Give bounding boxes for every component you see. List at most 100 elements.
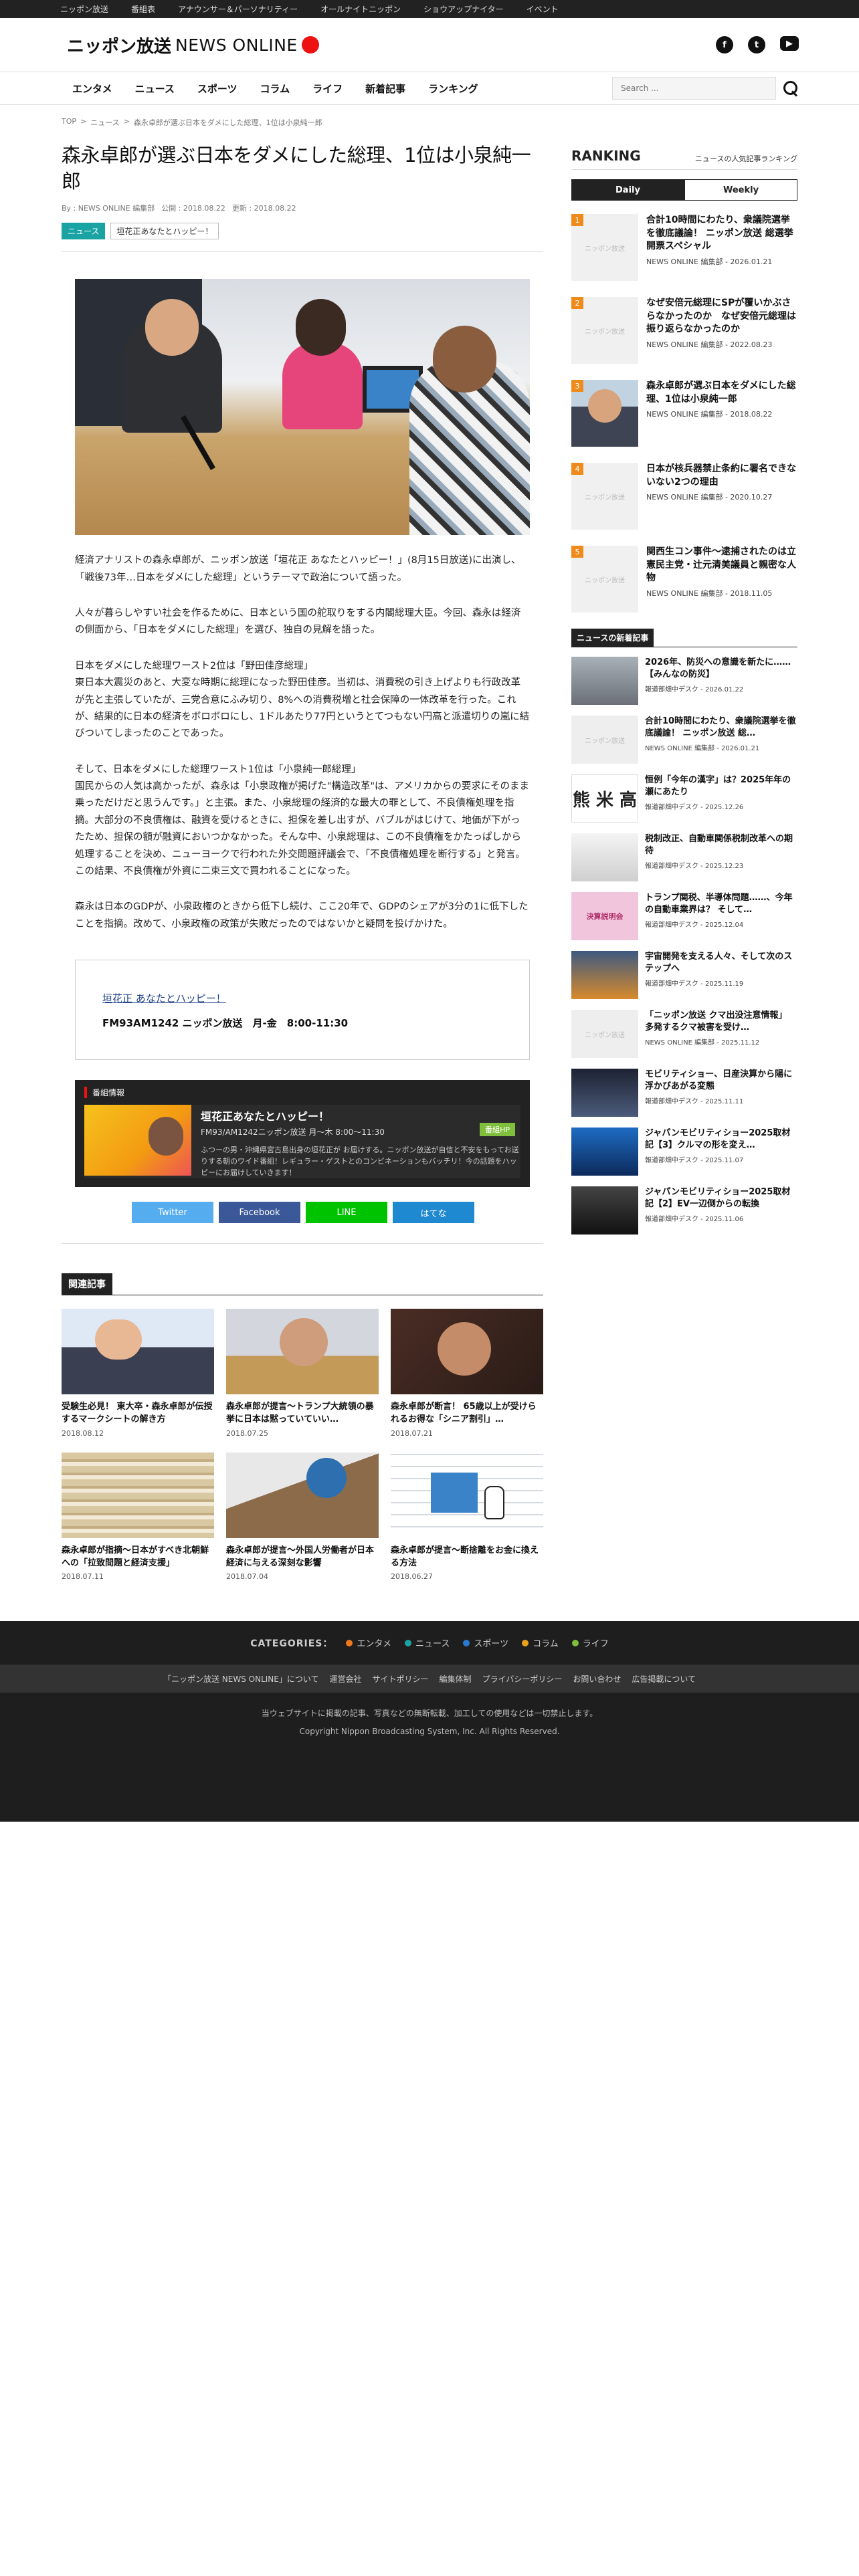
nav-news[interactable]: ニュース: [135, 82, 175, 96]
share-hatena-button[interactable]: はてな: [393, 1202, 474, 1224]
topbar-link-nighter[interactable]: ショウアップナイター: [423, 3, 504, 15]
related-date: 2018.07.25: [226, 1428, 268, 1438]
related-date: 2018.07.04: [226, 1572, 268, 1582]
article-paragraph: 森永は日本のGDPが、小泉政権のときから低下し続け、ここ20年で、GDPのシェア…: [75, 901, 529, 930]
tab-daily[interactable]: Daily: [571, 179, 684, 201]
news-item[interactable]: 宇宙開発を支える人々、そして次のステップへ 報道部畑中デスク - 2025.11.…: [571, 951, 797, 999]
facebook-icon[interactable]: f: [716, 36, 733, 53]
news-thumbnail: 熊 米 高: [571, 774, 638, 823]
program-link[interactable]: 垣花正 あなたとハッピー！: [102, 992, 226, 1004]
news-item-meta: 報道部畑中デスク - 2025.11.06: [645, 1215, 744, 1223]
news-item-meta: NEWS ONLINE 編集部 - 2025.11.12: [645, 1039, 760, 1047]
related-title: 森永卓郎が提言～断捨離をお金に換える方法: [391, 1545, 539, 1568]
program-time: FM93/AM1242ニッポン放送 月～木 8:00～11:30: [201, 1128, 385, 1138]
twitter-icon[interactable]: t: [748, 36, 765, 53]
footer-link[interactable]: 広告掲載について: [632, 1673, 696, 1685]
news-thumbnail: [571, 951, 638, 999]
ranking-item-meta: NEWS ONLINE 編集部 - 2020.10.27: [646, 493, 773, 502]
footer-category-label: エンタメ: [357, 1639, 392, 1650]
news-item-title: 税制改正、自動車関係税制改革への期待: [645, 834, 793, 856]
youtube-icon[interactable]: ▶: [780, 36, 799, 51]
program-card[interactable]: 番組情報 垣花正あなたとハッピー！ FM93/AM1242ニッポン放送 月～木 …: [75, 1080, 530, 1188]
news-item[interactable]: 熊 米 高 恒例「今年の漢字」は？2025年年の瀬にあたり 報道部畑中デスク - …: [571, 774, 797, 823]
ranking-number: 5: [571, 546, 583, 558]
footer-link[interactable]: サイトポリシー: [373, 1673, 429, 1685]
topbar-link-nbs[interactable]: ニッポン放送: [60, 3, 108, 15]
breadcrumb-current: 森永卓郎が選ぶ日本をダメにした総理、1位は小泉純一郎: [133, 118, 322, 127]
footer-link[interactable]: 編集体制: [440, 1673, 472, 1685]
related-item[interactable]: 受験生必見！ 東大卒・森永卓郎が伝授するマークシートの解き方 2018.08.1…: [62, 1309, 214, 1438]
nav-ranking[interactable]: ランキング: [428, 82, 478, 96]
related-item[interactable]: 森永卓郎が指摘～日本がすべき北朝鮮への「拉致問題と経済支援」 2018.07.1…: [62, 1452, 214, 1581]
ranking-item[interactable]: 4 ニッポン放送 日本が核兵器禁止条約に署名できないない2つの理由 NEWS O…: [571, 463, 797, 530]
news-item-meta: 報道部畑中デスク - 2025.11.07: [645, 1156, 744, 1164]
ranking-number: 4: [571, 463, 583, 475]
share-line-button[interactable]: LINE: [306, 1202, 387, 1224]
news-item[interactable]: モビリティショー、日産決算から陽に浮かびあがる変態 報道部畑中デスク - 2025…: [571, 1069, 797, 1117]
topbar-link-announcers[interactable]: アナウンサー＆パーソナリティー: [178, 3, 298, 15]
logo-en: NEWS ONLINE: [175, 35, 298, 55]
nav-life[interactable]: ライフ: [312, 82, 343, 96]
related-item[interactable]: 森永卓郎が提言～トランプ大統領の暴挙に日本は黙っていていい… 2018.07.2…: [226, 1309, 379, 1438]
news-item-title: 合計10時間にわたり、衆議院選挙を徹底議論！ ニッポン放送 総…: [645, 716, 796, 738]
share-buttons: Twitter Facebook LINE はてな: [132, 1202, 543, 1224]
footer-category[interactable]: コラム: [522, 1636, 559, 1649]
ranking-number: 1: [571, 214, 583, 226]
nav-entame[interactable]: エンタメ: [72, 82, 112, 96]
news-item[interactable]: 税制改正、自動車関係税制改革への期待 報道部畑中デスク - 2025.12.23: [571, 833, 797, 881]
footer-category[interactable]: ニュース: [405, 1636, 450, 1649]
topbar-link-schedule[interactable]: 番組表: [131, 3, 155, 15]
ranking-item[interactable]: 2 ニッポン放送 なぜ安倍元総理にSPが覆いかぶさらなかったのか なぜ安倍元総理…: [571, 297, 797, 364]
site-logo[interactable]: ニッポン放送 NEWS ONLINE: [67, 33, 319, 58]
news-item[interactable]: ニッポン放送 合計10時間にわたり、衆議院選挙を徹底議論！ ニッポン放送 総… N…: [571, 716, 797, 764]
nav-new-articles[interactable]: 新着記事: [365, 82, 405, 96]
program-thumbnail: [84, 1105, 191, 1176]
related-thumbnail: [391, 1309, 543, 1395]
news-item-title: 「ニッポン放送 クマ出没注意情報」 多発するクマ被害を受け…: [645, 1010, 787, 1033]
footer-link[interactable]: お問い合わせ: [573, 1673, 621, 1685]
footer-link[interactable]: 「ニッポン放送 NEWS ONLINE」について: [163, 1673, 319, 1685]
breadcrumb-news[interactable]: ニュース: [90, 117, 119, 128]
share-twitter-button[interactable]: Twitter: [132, 1202, 213, 1224]
ranking-item[interactable]: 3 森永卓郎が選ぶ日本をダメにした総理、1位は小泉純一郎 NEWS ONLINE…: [571, 380, 797, 447]
footer-category[interactable]: エンタメ: [346, 1636, 391, 1649]
social-links: f t ▶: [716, 36, 799, 53]
tag-category[interactable]: ニュース: [62, 223, 106, 240]
footer-category[interactable]: スポーツ: [463, 1636, 508, 1649]
topbar-link-event[interactable]: イベント: [527, 3, 559, 15]
news-heading: ニュースの新着記事: [571, 629, 654, 647]
topbar-link-ann[interactable]: オールナイトニッポン: [320, 3, 401, 15]
ranking-item[interactable]: 5 ニッポン放送 関西生コン事件～逮捕されたのは立憲民主党・辻元清美議員と親密な…: [571, 546, 797, 613]
ranking-item-title: なぜ安倍元総理にSPが覆いかぶさらなかったのか なぜ安倍元総理は振り返らなかった…: [646, 298, 796, 335]
category-dot-icon: [463, 1639, 470, 1646]
related-item[interactable]: 森永卓郎が断言！ 65歳以上が受けられるお得な「シニア割引」… 2018.07.…: [391, 1309, 543, 1438]
article-published: 公開 : 2018.08.22: [161, 204, 225, 213]
news-item-title: 宇宙開発を支える人々、そして次のステップへ: [645, 952, 793, 974]
footer-category[interactable]: ライフ: [571, 1636, 609, 1649]
ranking-item[interactable]: 1 ニッポン放送 合計10時間にわたり、衆議院選挙を徹底議論！ ニッポン放送 総…: [571, 214, 797, 281]
tag-program[interactable]: 垣花正あなたとハッピー！: [110, 223, 219, 240]
news-item[interactable]: 2026年、防災への意識を新たに……【みんなの防災】 報道部畑中デスク - 202…: [571, 657, 797, 705]
share-facebook-button[interactable]: Facebook: [219, 1202, 300, 1224]
news-item[interactable]: ニッポン放送 「ニッポン放送 クマ出没注意情報」 多発するクマ被害を受け… NEW…: [571, 1010, 797, 1058]
footer-categories-label: CATEGORIES：: [250, 1638, 333, 1649]
news-item[interactable]: ジャパンモビリティショー2025取材記【2】EV一辺倒からの転換 報道部畑中デスク…: [571, 1186, 797, 1235]
footer-category-label: スポーツ: [474, 1639, 509, 1650]
footer-link[interactable]: 運営会社: [330, 1673, 362, 1685]
related-item[interactable]: 森永卓郎が提言～外国人労働者が日本経済に与える深刻な影響 2018.07.04: [226, 1452, 379, 1582]
news-item[interactable]: 決算説明会 トランプ関税、半導体問題……、今年の自動車業界は？ そして… 報道部畑…: [571, 892, 797, 940]
related-item[interactable]: 森永卓郎が提言～断捨離をお金に換える方法 2018.06.27: [391, 1452, 543, 1581]
search-input[interactable]: [612, 77, 776, 100]
logo-dot-icon: [301, 36, 319, 53]
tab-weekly[interactable]: Weekly: [684, 179, 797, 201]
nav-sports[interactable]: スポーツ: [197, 82, 237, 96]
search-icon[interactable]: [783, 80, 799, 96]
divider: [62, 251, 543, 253]
program-info-box: 垣花正 あなたとハッピー！ FM93AM1242 ニッポン放送 月-金 8:00…: [75, 960, 530, 1061]
nav-column[interactable]: コラム: [260, 82, 290, 96]
breadcrumb-top[interactable]: TOP: [62, 117, 76, 128]
program-home-button[interactable]: 番組HP: [480, 1123, 515, 1137]
footer-categories: CATEGORIES： エンタメ ニュース スポーツ コラム ライフ: [0, 1621, 859, 1665]
footer-link[interactable]: プライバシーポリシー: [482, 1673, 563, 1685]
news-item[interactable]: ジャパンモビリティショー2025取材記【3】クルマの形を変え… 報道部畑中デスク …: [571, 1128, 797, 1176]
